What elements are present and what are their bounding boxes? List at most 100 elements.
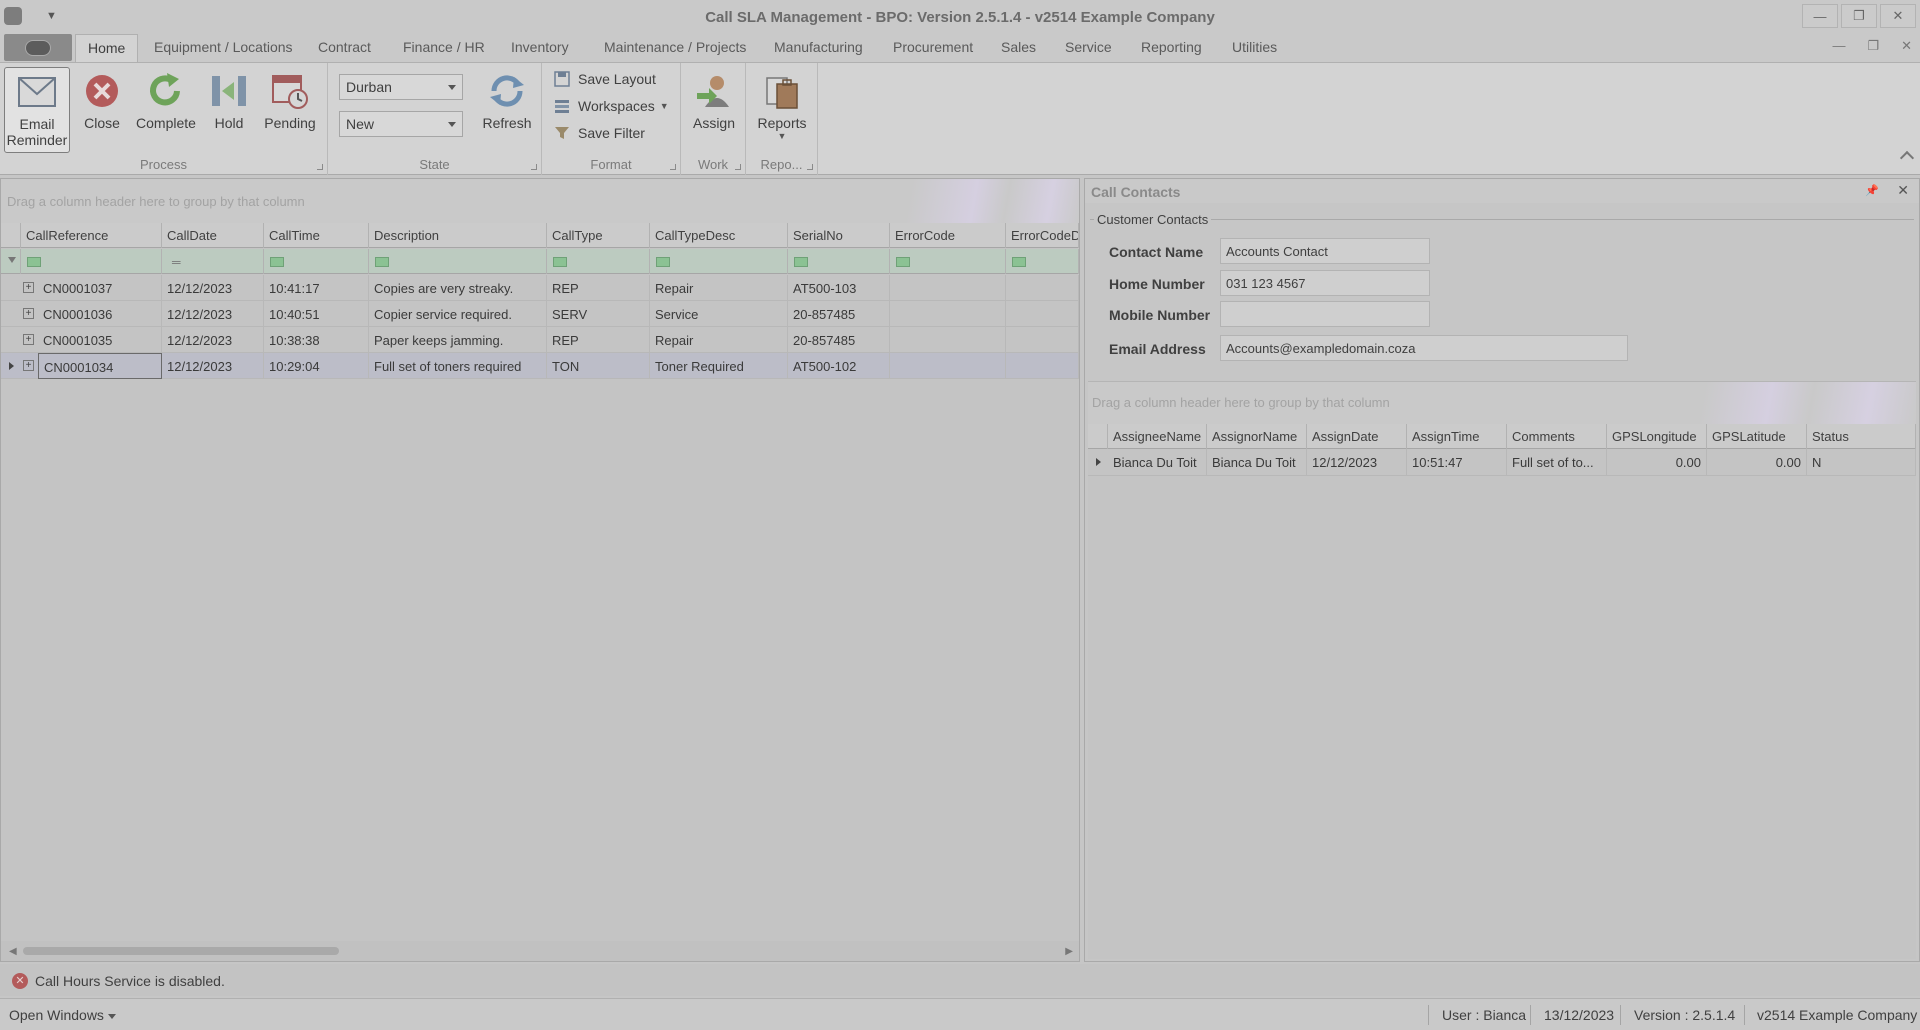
refresh-button[interactable]: Refresh bbox=[478, 67, 536, 131]
collapse-ribbon-icon[interactable] bbox=[1899, 150, 1915, 166]
column-header-description[interactable]: Description bbox=[369, 223, 547, 248]
workspaces-button[interactable]: Workspaces ▼ bbox=[554, 98, 669, 114]
work-group-launcher-icon[interactable] bbox=[735, 164, 741, 170]
cell-serialno[interactable]: 20-857485 bbox=[788, 301, 890, 327]
cell-calldate[interactable]: 12/12/2023 bbox=[162, 301, 264, 327]
cell-calltime[interactable]: 10:41:17 bbox=[264, 275, 369, 301]
complete-button[interactable]: Complete bbox=[134, 67, 198, 131]
filter-cell-errorcodedesc[interactable] bbox=[1006, 249, 1079, 274]
tab-contract[interactable]: Contract bbox=[318, 39, 371, 55]
cell-calltime[interactable]: 10:40:51 bbox=[264, 301, 369, 327]
column-header-calldate[interactable]: CallDate bbox=[162, 223, 264, 248]
column-header-calltypedesc[interactable]: CallTypeDesc bbox=[650, 223, 788, 248]
scroll-right-icon[interactable]: ▶ bbox=[1065, 946, 1073, 957]
cell-serialno[interactable]: AT500-103 bbox=[788, 275, 890, 301]
cell-errorcodedesc[interactable] bbox=[1006, 301, 1079, 327]
cell-status[interactable]: N bbox=[1807, 449, 1916, 475]
filter-cell-calltype[interactable] bbox=[547, 249, 650, 274]
email-reminder-button[interactable]: Email Reminder bbox=[4, 67, 70, 153]
cell-callreference[interactable]: CN0001036 bbox=[38, 301, 162, 327]
column-header-comments[interactable]: Comments bbox=[1507, 424, 1607, 449]
scrollbar-thumb[interactable] bbox=[23, 947, 339, 955]
cell-description[interactable]: Copies are very streaky. bbox=[369, 275, 547, 301]
expand-row-icon[interactable]: + bbox=[23, 308, 34, 319]
filter-cell-calltypedesc[interactable] bbox=[650, 249, 788, 274]
reports-group-launcher-icon[interactable] bbox=[807, 164, 813, 170]
cell-errorcode[interactable] bbox=[890, 301, 1006, 327]
column-header-calltime[interactable]: CallTime bbox=[264, 223, 369, 248]
tab-maintenance-projects[interactable]: Maintenance / Projects bbox=[604, 39, 746, 55]
cell-calldate[interactable]: 12/12/2023 bbox=[162, 275, 264, 301]
minimize-button[interactable]: — bbox=[1802, 4, 1838, 28]
open-windows-button[interactable]: Open Windows bbox=[9, 1007, 116, 1023]
cell-errorcodedesc[interactable] bbox=[1006, 353, 1079, 379]
column-header-gpslatitude[interactable]: GPSLatitude bbox=[1707, 424, 1807, 449]
filter-cell-serialno[interactable] bbox=[788, 249, 890, 274]
group-by-panel[interactable]: Drag a column header here to group by th… bbox=[1088, 382, 1916, 424]
cell-calltypedesc[interactable]: Repair bbox=[650, 327, 788, 353]
cell-assigneename[interactable]: Bianca Du Toit bbox=[1108, 449, 1207, 475]
status-combo[interactable]: New bbox=[339, 111, 463, 137]
cell-calldate[interactable]: 12/12/2023 bbox=[162, 327, 264, 353]
filter-cell-calldate[interactable]: ═ bbox=[162, 249, 264, 274]
column-header-assignorname[interactable]: AssignorName bbox=[1207, 424, 1307, 449]
filter-cell-calltime[interactable] bbox=[264, 249, 369, 274]
tab-sales[interactable]: Sales bbox=[1001, 39, 1036, 55]
cell-calldate[interactable]: 12/12/2023 bbox=[162, 353, 264, 379]
cell-comments[interactable]: Full set of to... bbox=[1507, 449, 1607, 475]
table-row[interactable]: + CN0001037 12/12/2023 10:41:17 Copies a… bbox=[1, 275, 1079, 301]
expand-row-icon[interactable]: + bbox=[23, 282, 34, 293]
column-header-gpslongitude[interactable]: GPSLongitude bbox=[1607, 424, 1707, 449]
tab-home[interactable]: Home bbox=[75, 34, 139, 63]
cell-description[interactable]: Paper keeps jamming. bbox=[369, 327, 547, 353]
filter-condition-icon[interactable] bbox=[553, 257, 567, 267]
cell-errorcode[interactable] bbox=[890, 327, 1006, 353]
format-group-launcher-icon[interactable] bbox=[670, 164, 676, 170]
mdi-close-icon[interactable]: ✕ bbox=[1901, 38, 1912, 54]
mdi-minimize-icon[interactable]: — bbox=[1832, 38, 1845, 54]
tab-inventory[interactable]: Inventory bbox=[511, 39, 569, 55]
column-header-calltype[interactable]: CallType bbox=[547, 223, 650, 248]
cell-assigndate[interactable]: 12/12/2023 bbox=[1307, 449, 1407, 475]
filter-cell-callreference[interactable] bbox=[21, 249, 162, 274]
pending-button[interactable]: Pending bbox=[262, 67, 318, 131]
cell-calltime[interactable]: 10:29:04 bbox=[264, 353, 369, 379]
filter-condition-icon[interactable] bbox=[270, 257, 284, 267]
state-group-launcher-icon[interactable] bbox=[531, 164, 537, 170]
tab-equipment-locations[interactable]: Equipment / Locations bbox=[154, 39, 293, 55]
email-address-field[interactable]: Accounts@exampledomain.coza bbox=[1220, 335, 1628, 361]
cell-description[interactable]: Full set of toners required bbox=[369, 353, 547, 379]
column-header-assigntime[interactable]: AssignTime bbox=[1407, 424, 1507, 449]
cell-serialno[interactable]: 20-857485 bbox=[788, 327, 890, 353]
filter-cell-errorcode[interactable] bbox=[890, 249, 1006, 274]
assign-button[interactable]: Assign bbox=[689, 67, 739, 131]
tab-procurement[interactable]: Procurement bbox=[893, 39, 973, 55]
column-header-serialno[interactable]: SerialNo bbox=[788, 223, 890, 248]
location-combo[interactable]: Durban bbox=[339, 74, 463, 100]
filter-equals-icon[interactable]: ═ bbox=[172, 255, 181, 269]
cell-calltype[interactable]: TON bbox=[547, 353, 650, 379]
cell-calltype[interactable]: SERV bbox=[547, 301, 650, 327]
tab-service[interactable]: Service bbox=[1065, 39, 1112, 55]
close-call-button[interactable]: Close bbox=[78, 67, 126, 131]
group-by-panel[interactable]: Drag a column header here to group by th… bbox=[1, 179, 1079, 223]
mobile-number-field[interactable] bbox=[1220, 301, 1430, 327]
application-menu-button[interactable] bbox=[4, 34, 72, 61]
reports-button[interactable]: Reports ▼ bbox=[754, 67, 810, 141]
filter-condition-icon[interactable] bbox=[656, 257, 670, 267]
table-row-selected[interactable]: + CN0001034 12/12/2023 10:29:04 Full set… bbox=[1, 353, 1079, 379]
cell-gpslongitude[interactable]: 0.00 bbox=[1607, 449, 1707, 475]
scroll-left-icon[interactable]: ◀ bbox=[9, 946, 17, 957]
cell-calltime[interactable]: 10:38:38 bbox=[264, 327, 369, 353]
table-row[interactable]: + CN0001035 12/12/2023 10:38:38 Paper ke… bbox=[1, 327, 1079, 353]
cell-serialno[interactable]: AT500-102 bbox=[788, 353, 890, 379]
process-group-launcher-icon[interactable] bbox=[317, 164, 323, 170]
mdi-restore-icon[interactable]: ❐ bbox=[1867, 38, 1879, 54]
close-window-button[interactable]: ✕ bbox=[1880, 4, 1916, 28]
cell-errorcode[interactable] bbox=[890, 353, 1006, 379]
contact-name-field[interactable]: Accounts Contact bbox=[1220, 238, 1430, 264]
column-header-assigneename[interactable]: AssigneeName bbox=[1108, 424, 1207, 449]
filter-condition-icon[interactable] bbox=[375, 257, 389, 267]
filter-condition-icon[interactable] bbox=[896, 257, 910, 267]
tab-manufacturing[interactable]: Manufacturing bbox=[774, 39, 863, 55]
